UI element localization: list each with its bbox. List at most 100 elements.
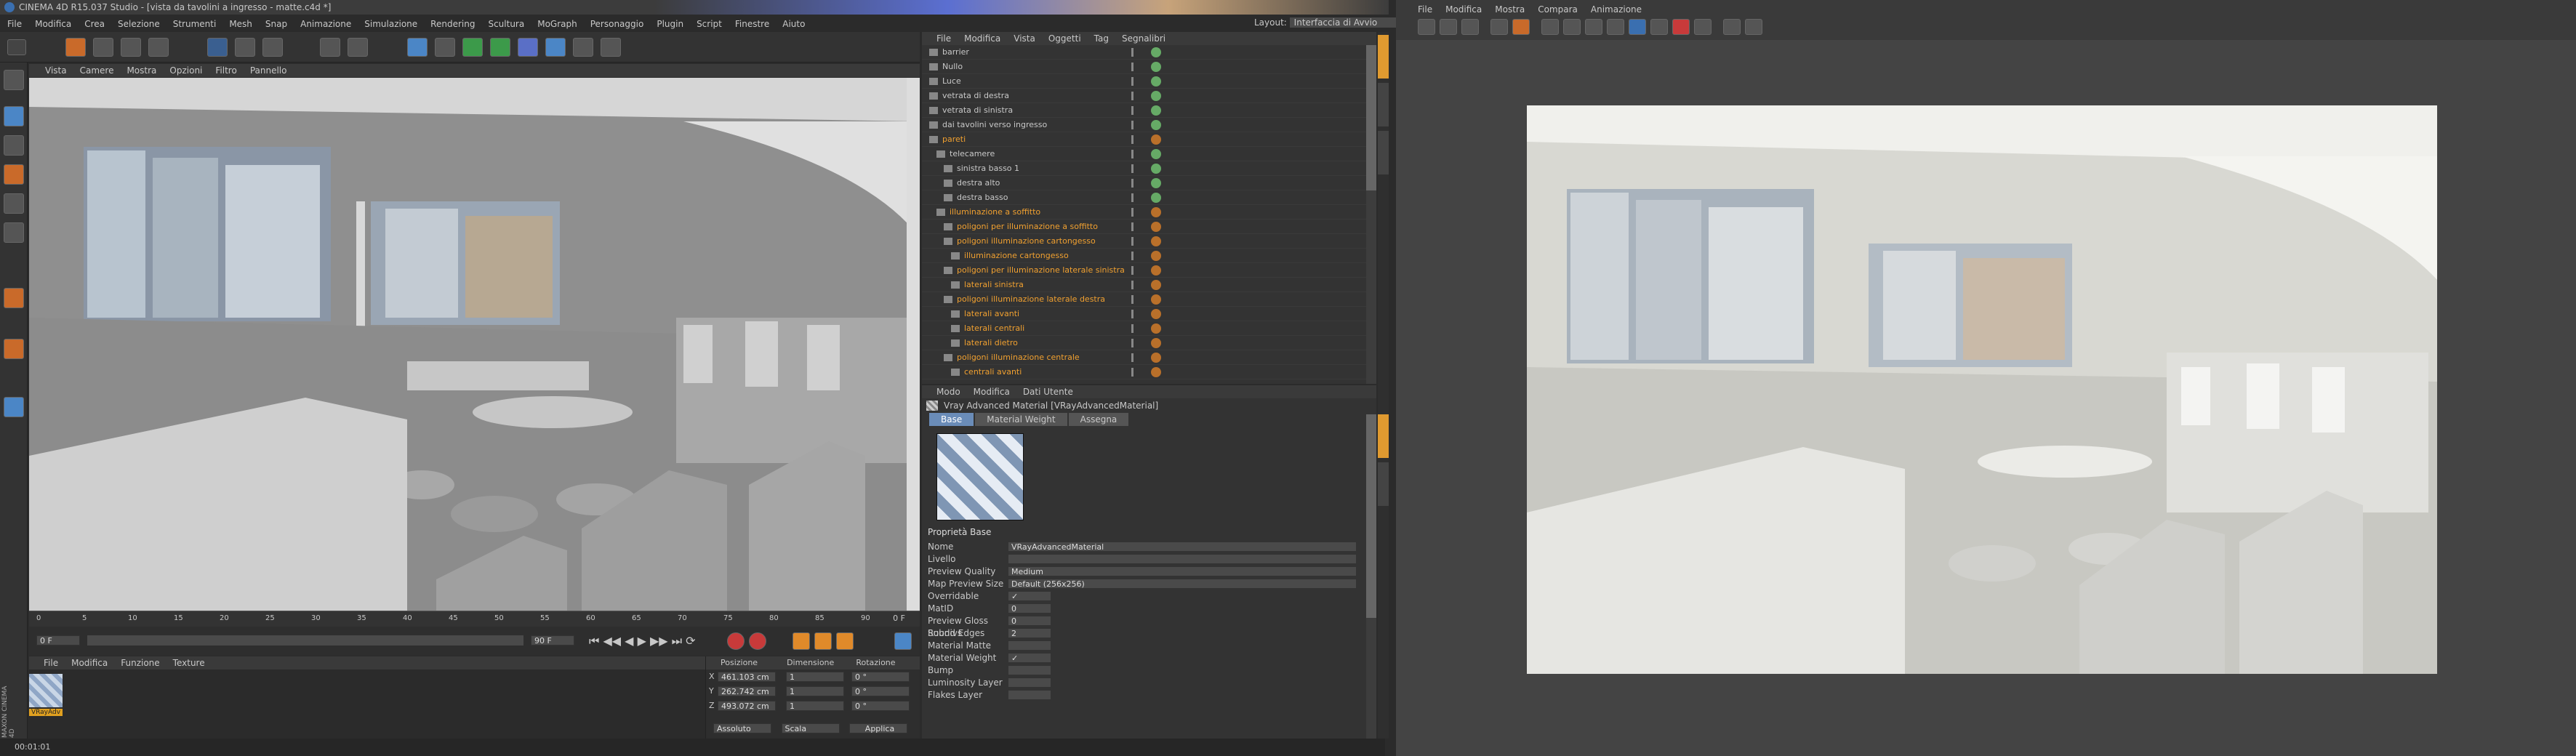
property-field[interactable]: ✓ [1008,591,1051,601]
object-row[interactable]: destra alto [922,176,1376,190]
object-menu-item-0[interactable]: File [936,33,951,44]
object-row[interactable]: laterali dietro [922,336,1376,350]
menu-item-9[interactable]: Rendering [430,19,475,29]
layout-selector[interactable]: Layout: Interfaccia di Avvio [1254,17,1400,28]
visibility-dots[interactable] [1131,353,1146,362]
render-menu-item-2[interactable]: Mostra [1495,4,1525,15]
property-field[interactable] [1008,677,1051,688]
attribute-scrollbar[interactable] [1366,414,1376,739]
light-icon[interactable] [601,38,621,57]
history-icon[interactable] [1694,19,1712,35]
menu-item-2[interactable]: Crea [84,19,105,29]
view-single-icon[interactable] [1607,19,1624,35]
property-field[interactable] [1008,554,1357,564]
object-menu-item-3[interactable]: Oggetti [1048,33,1081,44]
object-tag-icon[interactable] [1151,105,1161,116]
copy-icon[interactable] [1461,19,1479,35]
menu-item-15[interactable]: Finestre [735,19,769,29]
spline-icon[interactable] [435,38,455,57]
object-tag-icon[interactable] [1151,207,1161,217]
settings-icon[interactable] [1745,19,1762,35]
object-row[interactable]: pareti [922,132,1376,147]
object-row[interactable]: vetrata di destra [922,89,1376,103]
visibility-dots[interactable] [1131,310,1146,318]
coord-position-field[interactable]: 262.742 cm [718,686,776,696]
ab-compare-icon[interactable] [1490,19,1508,35]
object-tag-icon[interactable] [1151,323,1161,334]
property-field[interactable]: VRayAdvancedMaterial [1008,542,1357,552]
visibility-dots[interactable] [1131,77,1146,86]
view-grid-icon[interactable] [1650,19,1668,35]
attribute-menu-item-2[interactable]: Dati Utente [1023,387,1073,397]
record-icon[interactable] [727,632,745,650]
side-tab-objects[interactable] [1378,35,1389,79]
object-row[interactable]: illuminazione cartongesso [922,249,1376,263]
object-tag-icon[interactable] [1151,193,1161,203]
object-tag-icon[interactable] [1151,251,1161,261]
object-tag-icon[interactable] [1151,353,1161,363]
apply-button[interactable]: Applica [849,723,907,733]
object-tag-icon[interactable] [1151,178,1161,188]
menu-item-10[interactable]: Scultura [488,19,524,29]
render-view-icon[interactable] [320,38,340,57]
viewport-menu-item-1[interactable]: Camere [80,65,114,76]
object-tag-icon[interactable] [1151,149,1161,159]
viewport-menu-item-3[interactable]: Opzioni [169,65,202,76]
viewport-scrollbar[interactable] [907,78,920,611]
layout-value[interactable]: Interfaccia di Avvio [1289,17,1400,28]
object-row[interactable]: centrali avanti [922,365,1376,379]
viewport-menu-item-5[interactable]: Pannello [250,65,287,76]
points-mode-icon[interactable] [4,164,24,185]
visibility-dots[interactable] [1131,121,1146,129]
object-row[interactable]: barrier [922,45,1376,60]
axis-z-icon[interactable] [262,38,283,57]
attribute-menu-item-1[interactable]: Modifica [974,387,1010,397]
visibility-dots[interactable] [1131,63,1146,71]
object-row[interactable]: Luce [922,74,1376,89]
fit-icon[interactable] [1563,19,1581,35]
coord-rotation-field[interactable]: 0 ° [851,686,910,696]
scale-tool-icon[interactable] [121,38,141,57]
menu-item-3[interactable]: Selezione [118,19,160,29]
edges-mode-icon[interactable] [4,193,24,214]
object-tag-icon[interactable] [1151,62,1161,72]
zoom-icon[interactable] [1585,19,1602,35]
material-menu-item-1[interactable]: Modifica [71,658,108,668]
material-menu-item-0[interactable]: File [44,658,58,668]
visibility-dots[interactable] [1131,48,1146,57]
material-menu-item-3[interactable]: Texture [173,658,205,668]
visibility-dots[interactable] [1131,295,1146,304]
object-row[interactable]: telecamere [922,147,1376,161]
rotate-tool-icon[interactable] [148,38,169,57]
property-field[interactable]: 0 [1008,603,1051,614]
object-tag-icon[interactable] [1151,120,1161,130]
coord-position-field[interactable]: 461.103 cm [718,672,776,682]
subdivision-icon[interactable] [462,38,483,57]
red-channel-icon[interactable] [1512,19,1530,35]
visibility-dots[interactable] [1131,222,1146,231]
material-tab-1[interactable]: Material Weight [975,413,1067,426]
menu-item-1[interactable]: Modifica [35,19,71,29]
menu-item-11[interactable]: MoGraph [537,19,577,29]
object-row[interactable]: sinistra basso 1 [922,161,1376,176]
menu-item-5[interactable]: Mesh [229,19,252,29]
visibility-dots[interactable] [1131,324,1146,333]
object-row[interactable]: illuminazione a soffitto [922,205,1376,220]
property-field[interactable]: ✓ [1008,653,1051,663]
keyframe-rot-icon[interactable] [836,632,854,650]
menu-item-0[interactable]: File [7,19,22,29]
view-double-icon[interactable] [1629,19,1646,35]
material-tab-0[interactable]: Base [929,413,974,426]
property-field[interactable]: 2 [1008,628,1051,638]
menu-item-13[interactable]: Plugin [657,19,683,29]
open-icon[interactable] [1418,19,1435,35]
object-row[interactable]: laterali centrali [922,321,1376,336]
menu-item-12[interactable]: Personaggio [590,19,644,29]
object-row[interactable]: poligoni per illuminazione laterale sini… [922,263,1376,278]
object-row[interactable]: dai tavolini verso ingresso [922,118,1376,132]
object-row[interactable]: poligoni illuminazione laterale destra [922,292,1376,307]
object-row[interactable]: poligoni illuminazione cartongesso [922,234,1376,249]
object-row[interactable]: laterali avanti [922,307,1376,321]
visibility-dots[interactable] [1131,164,1146,173]
object-tag-icon[interactable] [1151,134,1161,145]
